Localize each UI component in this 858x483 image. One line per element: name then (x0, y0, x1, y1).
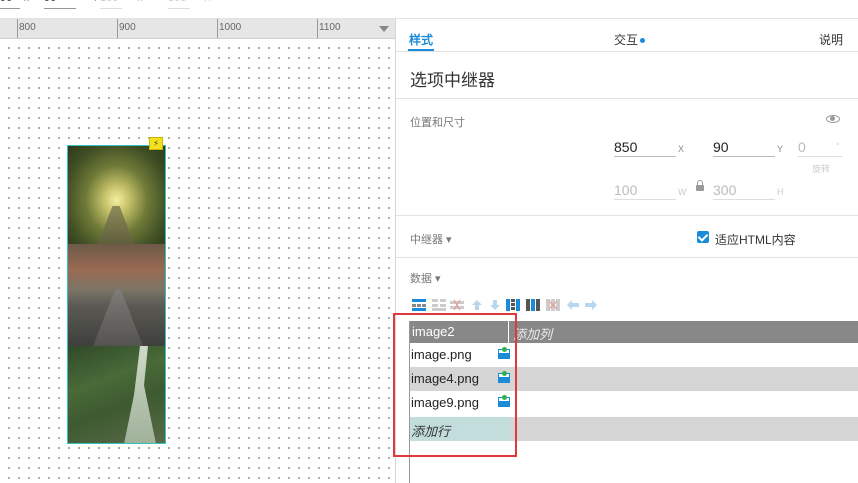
top-y-field[interactable]: 90 (44, 0, 76, 9)
divider (396, 257, 858, 258)
tab-style[interactable]: 样式 (409, 31, 433, 48)
ruler-mark: 1100 (319, 22, 341, 33)
ruler-tick (217, 19, 218, 38)
delete-column-icon[interactable] (546, 299, 560, 311)
rotate-unit: ° (836, 141, 840, 151)
tab-notes[interactable]: 说明 (819, 31, 843, 48)
insert-column-right-icon[interactable] (526, 299, 540, 311)
eye-icon[interactable] (826, 115, 840, 123)
inspector-tabs: 样式 交互 说明 (396, 19, 858, 52)
status-dot-icon (640, 38, 646, 44)
street-image (68, 244, 165, 346)
divider (396, 98, 858, 99)
chevron-down-icon[interactable] (379, 26, 389, 32)
insert-column-left-icon[interactable] (506, 299, 520, 311)
top-x-field[interactable]: 90 (0, 0, 20, 9)
repeater-section-toggle[interactable]: 中继器 ▾ (410, 231, 452, 247)
move-left-icon[interactable] (566, 299, 580, 311)
tab-interaction-label: 交互 (614, 33, 639, 47)
top-h-label: H (204, 0, 211, 4)
rotate-label: 旋转 (812, 164, 831, 174)
tree-tunnel-image (68, 146, 165, 244)
ruler-tick (317, 19, 318, 38)
data-section-toggle[interactable]: 数据 ▾ (410, 270, 441, 286)
ruler-mark: 800 (19, 22, 36, 33)
top-w-field[interactable]: 100 (100, 0, 122, 9)
move-right-icon[interactable] (584, 299, 598, 311)
x-field[interactable]: 850 (614, 139, 676, 157)
top-h-field[interactable]: 300 (168, 0, 190, 9)
fit-html-label: 适应HTML内容 (715, 233, 796, 247)
y-field[interactable]: 90 (713, 139, 775, 157)
divider (396, 215, 858, 216)
w-unit: W (678, 187, 687, 197)
x-unit: X (678, 144, 685, 154)
waterfall-image (68, 346, 165, 443)
tab-interaction[interactable]: 交互 (614, 31, 646, 48)
insert-row-below-icon[interactable] (432, 299, 446, 311)
ruler-mark: 1000 (219, 22, 242, 33)
repeater-widget[interactable] (67, 145, 166, 444)
design-canvas[interactable] (0, 19, 395, 483)
move-down-icon[interactable] (488, 299, 502, 311)
move-up-icon[interactable] (470, 299, 484, 311)
h-unit: H (777, 187, 784, 197)
h-field[interactable]: 300 (713, 182, 775, 200)
position-size-label: 位置和尺寸 (410, 117, 465, 129)
w-field[interactable]: 100 (614, 182, 676, 200)
active-tab-indicator (408, 49, 434, 51)
ruler-tick (17, 19, 18, 38)
data-section-label: 数据 (410, 273, 432, 285)
highlight-annotation-box (393, 313, 517, 457)
y-unit: Y (777, 144, 784, 154)
top-properties-bar: 90 x 90 Y 100 w 300 H (0, 0, 858, 19)
fit-html-checkbox[interactable] (697, 231, 709, 243)
ruler-tick (117, 19, 118, 38)
lightning-icon[interactable]: ⚡ (149, 137, 163, 150)
horizontal-ruler: 800 900 1000 1100 (0, 19, 395, 39)
delete-row-icon[interactable] (450, 299, 464, 311)
widget-name[interactable]: 选项中继器 (410, 66, 495, 91)
ruler-mark: 900 (119, 22, 136, 33)
lock-icon[interactable] (696, 180, 704, 191)
repeater-section-label: 中继器 (410, 234, 443, 246)
insert-row-above-icon[interactable] (412, 299, 426, 311)
add-column-button[interactable]: 添加列 (513, 324, 552, 343)
top-x-label: x (24, 0, 29, 4)
top-w-label: w (136, 0, 143, 4)
top-y-label: Y (92, 0, 99, 4)
